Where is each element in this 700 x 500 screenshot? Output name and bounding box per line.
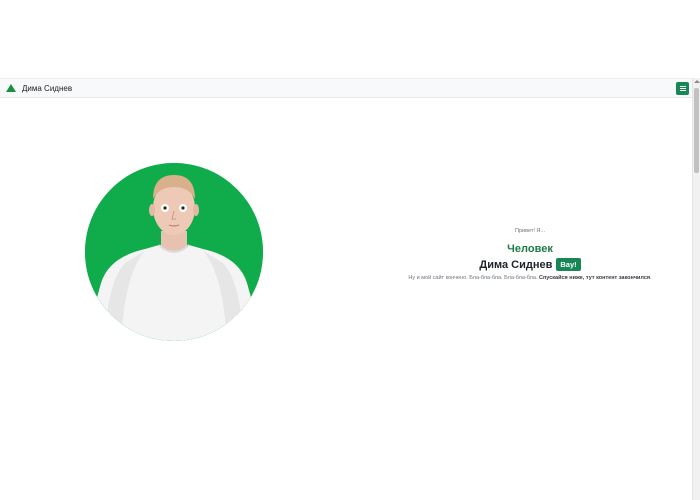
- hero-text: Привет! Я... Человек Дима Сиднев Вау! Ну…: [380, 228, 680, 281]
- brand-name: Дима Сиднев: [22, 83, 73, 93]
- page-scrollbar[interactable]: [692, 78, 700, 500]
- lead-end: .: [650, 275, 652, 281]
- wow-badge-button[interactable]: Вау!: [556, 258, 581, 271]
- lead-bold-text: Спускайся ниже, тут контент закончился: [539, 275, 651, 281]
- triangle-logo-icon: [6, 84, 16, 92]
- hamburger-icon: [679, 85, 686, 91]
- role-heading: Человек: [507, 243, 553, 255]
- lead-text: Ну и мой сайт кончено. Бла-бла-бла. Бла-…: [408, 275, 538, 281]
- profile-photo: [85, 163, 263, 341]
- greeting-text: Привет! Я...: [515, 228, 545, 234]
- lead-paragraph: Ну и мой сайт кончено. Бла-бла-бла. Бла-…: [380, 275, 680, 281]
- profile-photo-illustration: [85, 163, 263, 341]
- name-heading: Дима Сиднев: [479, 258, 553, 271]
- scroll-up-arrow-icon[interactable]: [694, 80, 700, 83]
- scrollbar-thumb[interactable]: [694, 88, 699, 173]
- navbar-brand[interactable]: Дима Сиднев: [6, 84, 72, 93]
- page: Дима Сиднев Привет! Я... Человек Дима Си…: [0, 0, 700, 500]
- menu-toggle-button[interactable]: [676, 81, 689, 95]
- navbar: Дима Сиднев: [0, 78, 692, 98]
- name-line: Дима Сиднев Вау!: [380, 258, 680, 271]
